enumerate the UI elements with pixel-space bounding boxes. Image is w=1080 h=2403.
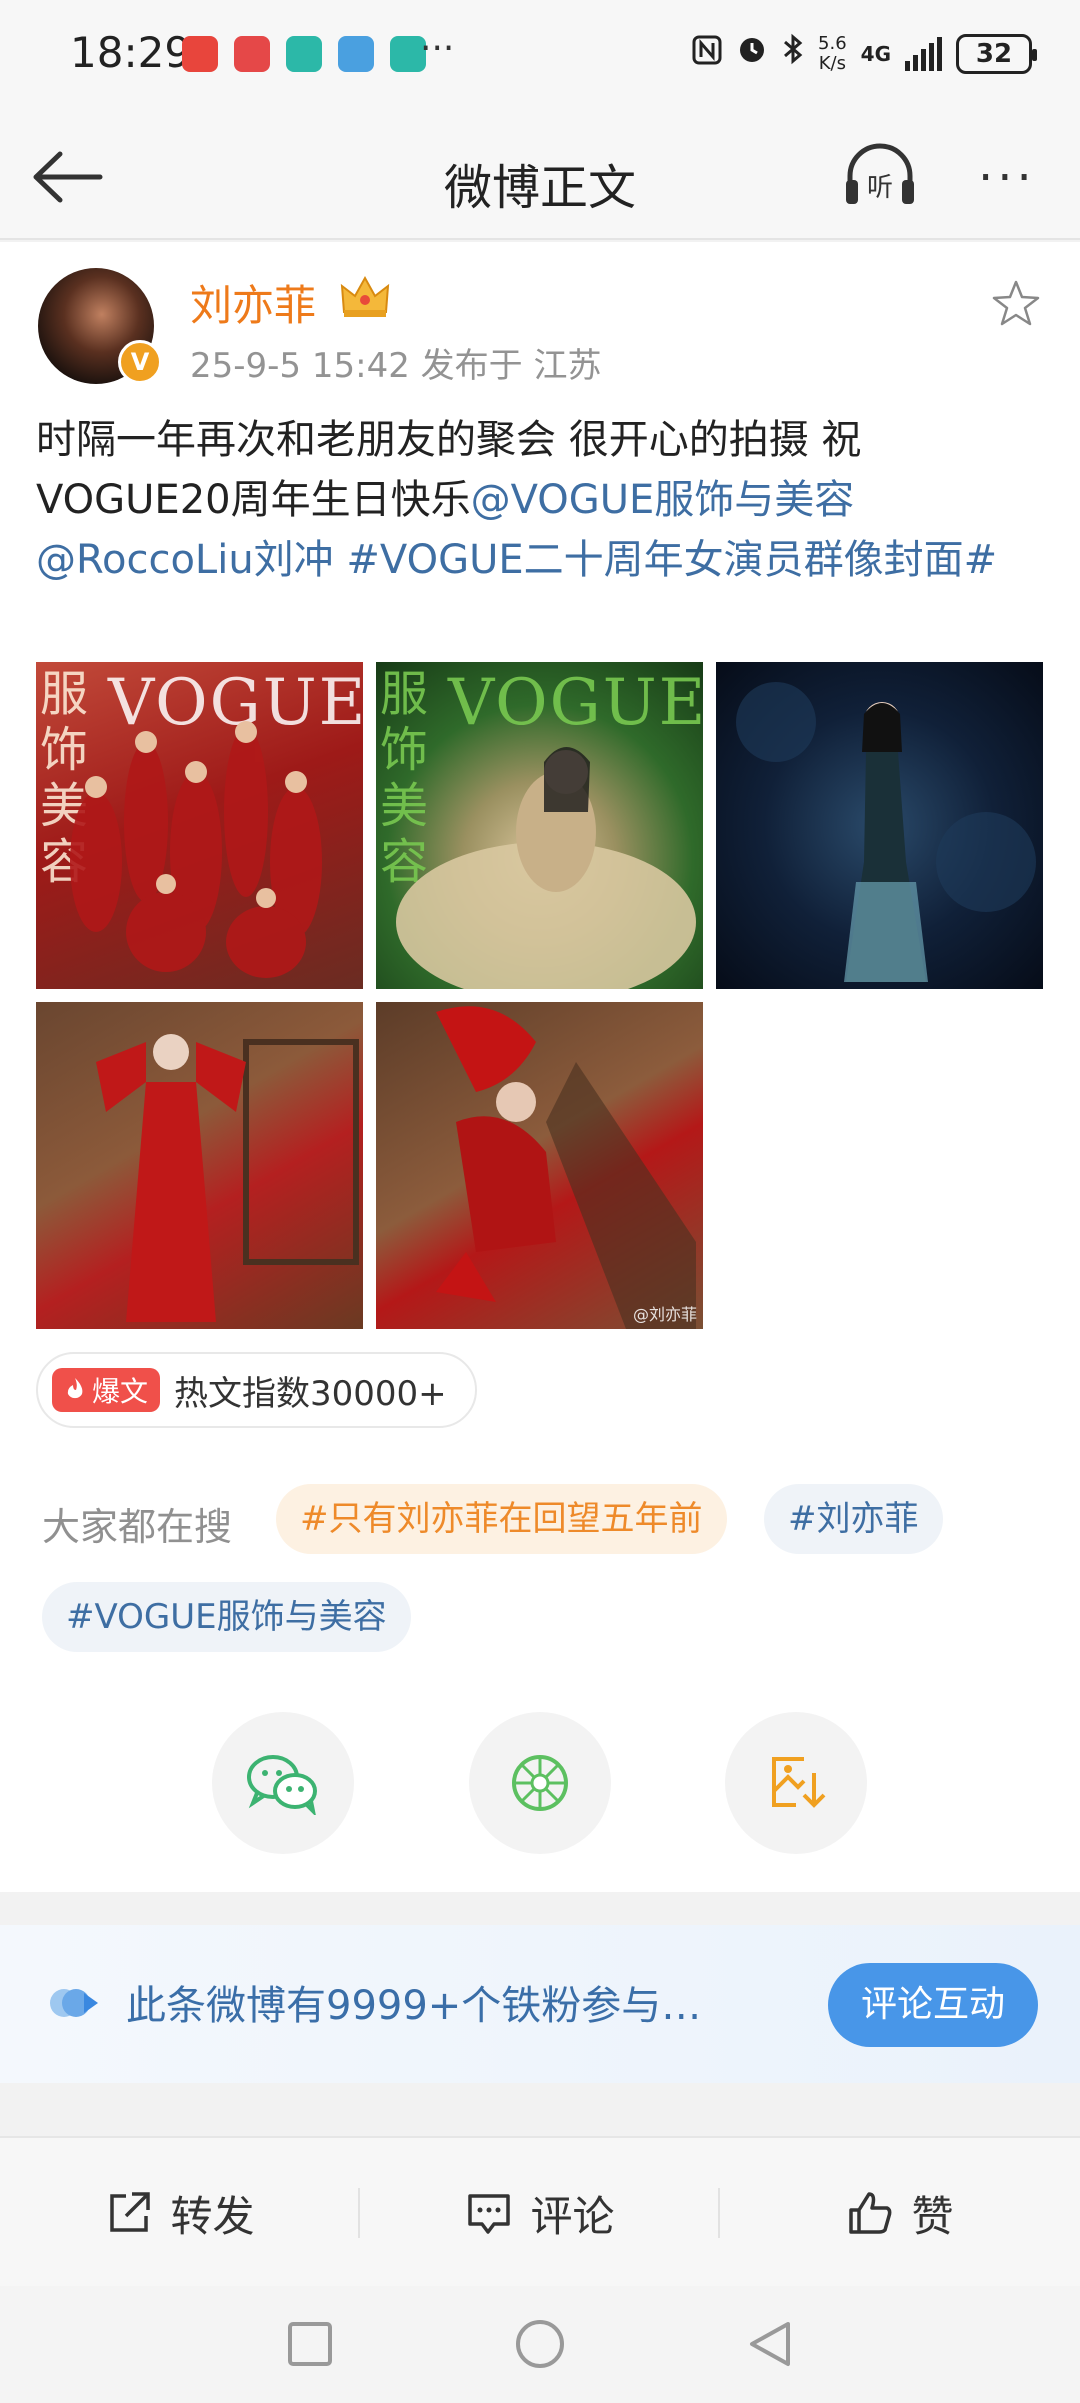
headphones-icon[interactable]: 听 (840, 140, 920, 210)
battery-icon: 32 (956, 34, 1037, 74)
recents-icon[interactable] (282, 2316, 338, 2372)
home-icon[interactable] (512, 2316, 568, 2372)
listen-label: 听 (867, 173, 893, 203)
like-button[interactable]: 赞 (720, 2138, 1079, 2288)
topic-link[interactable]: #VOGUE二十周年女演员群像封面# (346, 537, 997, 583)
photo-1[interactable]: 服饰美容 VOGUE (36, 662, 363, 989)
post-meta: 25-9-5 15:42 发布于 江苏 (190, 346, 602, 386)
status-bar: 18:29 ··· 5.6 K/s 4G 32 (0, 0, 1080, 110)
photo-5[interactable]: @刘亦菲 (376, 1002, 703, 1329)
network-type: 4G (860, 42, 891, 66)
network-speed: 5.6 K/s (818, 34, 847, 74)
status-time: 18:29 (70, 28, 192, 77)
comment-button[interactable]: 评论 (360, 2138, 719, 2288)
search-label: 大家都在搜 (42, 1505, 233, 1549)
wechat-icon (247, 1755, 317, 1815)
back-icon[interactable] (742, 2316, 798, 2372)
post-text: 时隔一年再次和老朋友的聚会 很开心的拍摄 祝VOGUE20周年生日快乐@VOGU… (36, 410, 1046, 590)
search-tag-hot[interactable]: #只有刘亦菲在回望五年前 (276, 1484, 727, 1554)
moments-icon (512, 1755, 568, 1811)
notification-icons (182, 36, 426, 72)
vip-crown-icon[interactable] (338, 274, 392, 320)
photo-grid: 服饰美容 VOGUE 服饰美容 VOGUE @刘亦菲 (36, 662, 1046, 1332)
fan-text: 此条微博有9999+个铁粉参与… (126, 1983, 702, 2029)
hot-tag-label: 爆文 (92, 1375, 149, 1408)
search-tag-liuyifei[interactable]: #刘亦菲 (764, 1484, 943, 1554)
photo-3[interactable] (716, 662, 1043, 989)
book-app-icon (234, 36, 270, 72)
search-tag-vogue[interactable]: #VOGUE服饰与美容 (42, 1582, 411, 1652)
signal-icon (905, 37, 942, 71)
more-notifications-icon: ··· (420, 28, 455, 69)
game-app-icon (338, 36, 374, 72)
wechat-share-button[interactable] (212, 1712, 354, 1854)
nfc-icon (692, 32, 722, 76)
fan-icon (46, 1985, 102, 2021)
save-image-icon (772, 1757, 826, 1808)
more-options-icon[interactable]: ··· (978, 150, 1036, 206)
mention-roccoliu[interactable]: @RoccoLiu刘冲 (36, 537, 334, 583)
comment-icon (468, 2194, 511, 2234)
repost-label: 转发 (170, 2191, 255, 2241)
alarm-icon (736, 32, 768, 76)
thumbs-up-icon (849, 2192, 892, 2234)
bluetooth-icon (782, 32, 804, 76)
mention-vogue[interactable]: @VOGUE服饰与美容 (471, 477, 855, 523)
save-image-button[interactable] (725, 1712, 867, 1854)
repost-icon (110, 2192, 151, 2232)
comment-interact-button[interactable]: 评论互动 (828, 1963, 1038, 2047)
hot-index-text: 热文指数30000+ (174, 1373, 447, 1414)
hot-tag: 爆文 (52, 1368, 161, 1412)
action-bar: 转发 评论 赞 (0, 2136, 1080, 2286)
hot-index-badge[interactable]: 爆文 热文指数30000+ (36, 1352, 477, 1428)
system-nav-bar (0, 2286, 1080, 2403)
post-card: V 刘亦菲 25-9-5 15:42 发布于 江苏 时隔一年再次和老朋友的聚会 … (0, 242, 1080, 1892)
fan-interaction-bar[interactable]: 此条微博有9999+个铁粉参与… 评论互动 (0, 1925, 1080, 2083)
like-label: 赞 (911, 2191, 954, 2241)
app-notification-icon (182, 36, 218, 72)
flame-icon (67, 1378, 83, 1399)
speed-value: 5.6 (818, 33, 847, 54)
title-bar: 微博正文 听 ··· (0, 110, 1080, 240)
photo-4[interactable] (36, 1002, 363, 1329)
comment-label: 评论 (530, 2191, 615, 2241)
username[interactable]: 刘亦菲 (190, 272, 316, 333)
repost-button[interactable]: 转发 (0, 2138, 359, 2288)
status-right: 5.6 K/s 4G 32 (692, 32, 1037, 76)
star-icon[interactable] (990, 278, 1042, 330)
photo-watermark: @刘亦菲 (632, 1305, 697, 1324)
moments-share-button[interactable] (469, 1712, 611, 1854)
speed-unit: K/s (818, 53, 846, 74)
battery-level: 32 (975, 39, 1013, 69)
sports-app-icon (286, 36, 322, 72)
photo-2[interactable]: 服饰美容 VOGUE (376, 662, 703, 989)
verified-badge: V (118, 340, 162, 384)
